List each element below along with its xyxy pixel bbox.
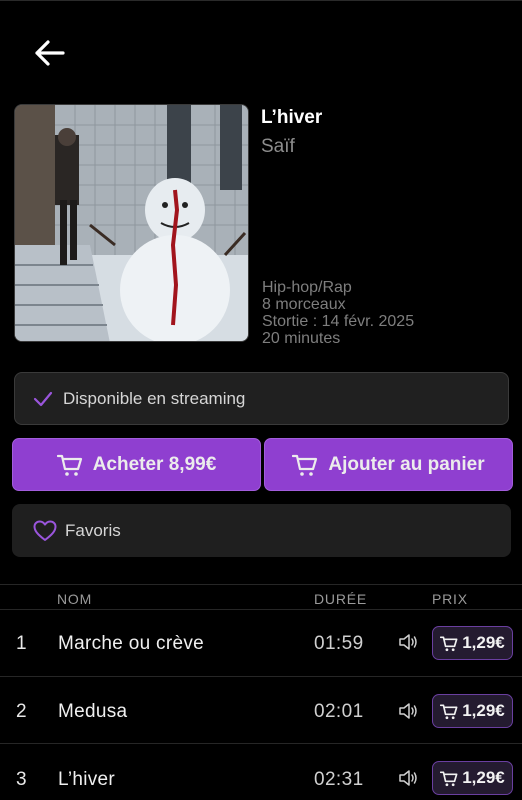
buy-track-button[interactable]: 1,29€	[432, 694, 513, 728]
check-icon	[33, 391, 53, 406]
cart-icon	[56, 454, 82, 476]
add-to-cart-button[interactable]: Ajouter au panier	[264, 438, 513, 491]
column-header-name: NOM	[57, 591, 93, 607]
column-header-duration: DURÉE	[314, 591, 368, 607]
album-release-date: Stortie : 14 févr. 2025	[262, 313, 415, 330]
buy-track-button[interactable]: 1,29€	[432, 626, 513, 660]
album-artist[interactable]: Saïf	[261, 136, 295, 158]
buy-album-button[interactable]: Acheter 8,99€	[12, 438, 261, 491]
track-price: 1,29€	[462, 633, 505, 652]
track-duration: 01:59	[314, 633, 364, 654]
favorite-button[interactable]: Favoris	[12, 504, 511, 557]
add-to-cart-label: Ajouter au panier	[328, 453, 485, 475]
cart-icon	[440, 703, 458, 719]
track-row[interactable]: 1 Marche ou crève 01:59 1,29€	[0, 610, 522, 677]
buy-label: Acheter 8,99€	[92, 453, 217, 475]
track-price: 1,29€	[462, 768, 505, 787]
album-title: L’hiver	[261, 107, 323, 128]
buy-track-button[interactable]: 1,29€	[432, 761, 513, 795]
album-cover	[14, 104, 249, 342]
heart-icon	[33, 520, 57, 541]
cart-icon	[440, 635, 458, 651]
track-number: 2	[16, 701, 27, 722]
column-header-price: PRIX	[432, 591, 468, 607]
album-track-count: 8 morceaux	[262, 296, 346, 313]
album-duration: 20 minutes	[262, 330, 341, 347]
top-divider	[0, 0, 522, 1]
track-duration: 02:01	[314, 701, 364, 722]
track-number: 3	[16, 769, 27, 790]
track-row[interactable]: 3 L’hiver 02:31 1,29€	[0, 744, 522, 800]
streaming-status: Disponible en streaming	[14, 372, 509, 425]
track-duration: 02:31	[314, 769, 364, 790]
table-divider	[0, 584, 522, 585]
arrow-left-icon	[35, 40, 65, 66]
speaker-icon[interactable]	[398, 769, 418, 787]
speaker-icon[interactable]	[398, 633, 418, 651]
track-name: L’hiver	[58, 769, 116, 790]
back-button[interactable]	[30, 36, 68, 70]
speaker-icon[interactable]	[398, 702, 418, 720]
favorite-label: Favoris	[65, 520, 121, 540]
track-price: 1,29€	[462, 701, 505, 720]
cart-icon	[292, 454, 318, 476]
track-number: 1	[16, 633, 27, 654]
album-genre: Hip-hop/Rap	[262, 279, 352, 296]
streaming-label: Disponible en streaming	[63, 388, 246, 408]
cart-icon	[440, 770, 458, 786]
track-name: Marche ou crève	[58, 633, 205, 654]
track-row[interactable]: 2 Medusa 02:01 1,29€	[0, 677, 522, 744]
track-name: Medusa	[58, 701, 128, 722]
